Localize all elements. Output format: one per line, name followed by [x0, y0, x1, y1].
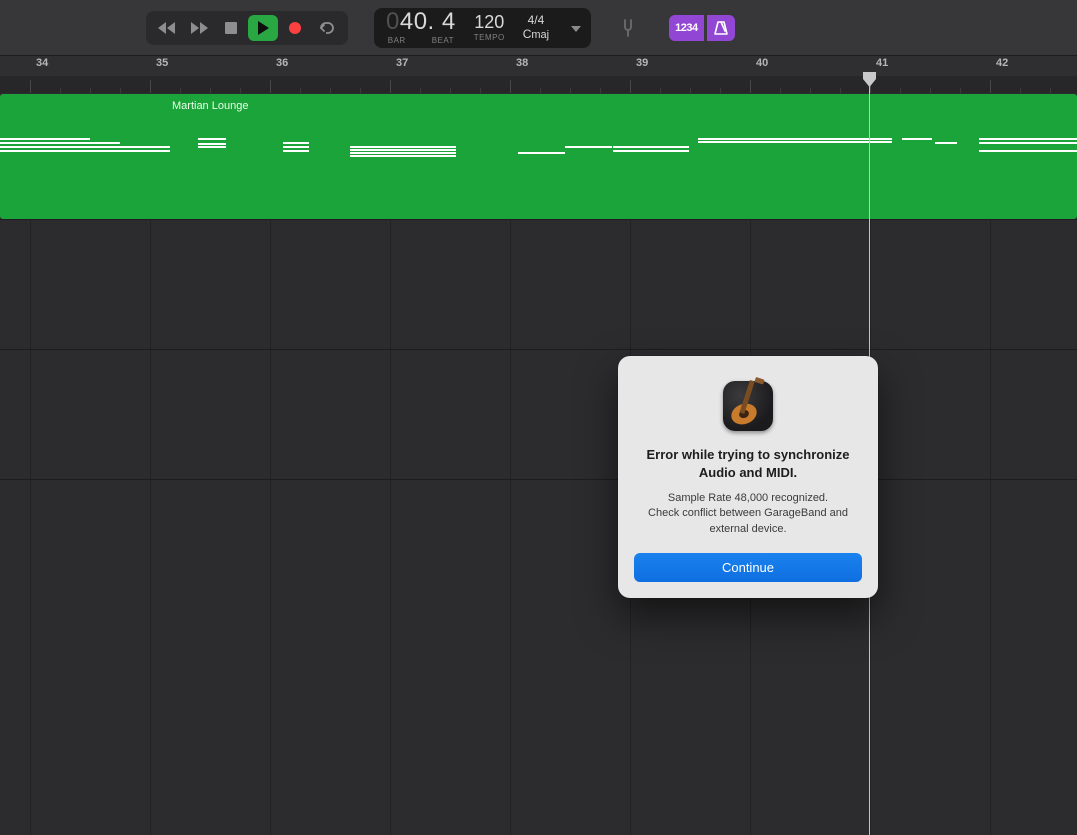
midi-note	[350, 149, 456, 151]
transport-controls	[146, 11, 348, 45]
midi-note	[283, 142, 309, 144]
midi-note	[350, 152, 456, 154]
lcd-position[interactable]: 040. 4 BAR BEAT	[386, 8, 456, 48]
tempo-value: 120	[474, 13, 504, 31]
play-button[interactable]	[248, 15, 278, 41]
bar-number: 40	[756, 57, 768, 69]
track-row[interactable]	[0, 220, 1077, 350]
toolbar: 040. 4 BAR BEAT 120 TEMPO 4/4 Cmaj 1234	[0, 0, 1077, 55]
midi-note	[698, 138, 892, 140]
midi-note	[698, 141, 892, 143]
bar-number: 39	[636, 57, 648, 69]
midi-note	[613, 146, 689, 148]
midi-note	[0, 146, 170, 148]
tuning-fork-icon[interactable]	[619, 18, 637, 38]
dialog-body-line1: Sample Rate 48,000 recognized.	[634, 491, 862, 506]
midi-note	[0, 150, 170, 152]
timeline-ruler[interactable]: 34 35 36 37 38 39 40 41 42	[0, 55, 1077, 93]
bar-number: 37	[396, 57, 408, 69]
midi-note	[565, 146, 612, 148]
lcd-chevron-icon[interactable]	[567, 19, 585, 37]
dialog-body-line2: Check conflict between GarageBand and ex…	[634, 506, 862, 537]
record-button[interactable]	[280, 15, 310, 41]
count-in-label: 1234	[675, 22, 697, 34]
midi-note	[0, 142, 120, 144]
midi-note	[350, 146, 456, 148]
bar-number: 34	[36, 57, 48, 69]
midi-note	[935, 142, 957, 144]
lcd-display: 040. 4 BAR BEAT 120 TEMPO 4/4 Cmaj	[374, 8, 591, 48]
midi-note	[979, 138, 1077, 140]
cycle-button[interactable]	[312, 15, 342, 41]
position-bar: 40.	[400, 8, 435, 35]
bar-number: 36	[276, 57, 288, 69]
midi-note	[979, 142, 1077, 144]
key-mode: maj	[531, 29, 549, 41]
midi-note	[283, 150, 309, 152]
track-row[interactable]: Martian Lounge	[0, 93, 1077, 220]
count-in-button[interactable]: 1234	[669, 15, 703, 41]
midi-note	[350, 155, 456, 157]
midi-note	[979, 150, 1077, 152]
midi-note	[0, 138, 90, 140]
position-beat: 4	[435, 8, 456, 35]
label-beat: BEAT	[432, 36, 454, 45]
midi-note	[198, 138, 226, 140]
midi-note	[283, 146, 309, 148]
rewind-button[interactable]	[152, 15, 182, 41]
midi-note	[518, 152, 565, 154]
midi-note	[198, 146, 226, 148]
lcd-signature-key[interactable]: 4/4 Cmaj	[523, 8, 549, 48]
tracks-area[interactable]: Martian Lounge	[0, 93, 1077, 835]
region-name: Martian Lounge	[172, 100, 248, 112]
metronome-button[interactable]	[707, 15, 735, 41]
forward-button[interactable]	[184, 15, 214, 41]
midi-note	[198, 143, 226, 145]
midi-region[interactable]: Martian Lounge	[0, 94, 1077, 219]
track-row[interactable]	[0, 350, 1077, 480]
dialog-body: Sample Rate 48,000 recognized. Check con…	[634, 491, 862, 537]
bar-number: 38	[516, 57, 528, 69]
bar-number: 41	[876, 57, 888, 69]
continue-button[interactable]: Continue	[634, 553, 862, 582]
label-bar: BAR	[388, 36, 406, 45]
midi-note	[613, 150, 689, 152]
mode-toggle: 1234	[669, 15, 734, 41]
label-tempo: TEMPO	[474, 33, 505, 42]
playhead-handle-icon[interactable]	[863, 72, 876, 87]
midi-note	[902, 138, 932, 140]
dialog-title: Error while trying to synchronize Audio …	[634, 446, 862, 481]
bar-number: 35	[156, 57, 168, 69]
app-icon	[720, 376, 776, 432]
bar-number: 42	[996, 57, 1008, 69]
time-signature: 4/4	[528, 14, 545, 28]
position-dim: 0	[386, 8, 400, 35]
stop-button[interactable]	[216, 15, 246, 41]
error-dialog: Error while trying to synchronize Audio …	[618, 356, 878, 598]
lcd-tempo[interactable]: 120 TEMPO	[474, 8, 505, 48]
